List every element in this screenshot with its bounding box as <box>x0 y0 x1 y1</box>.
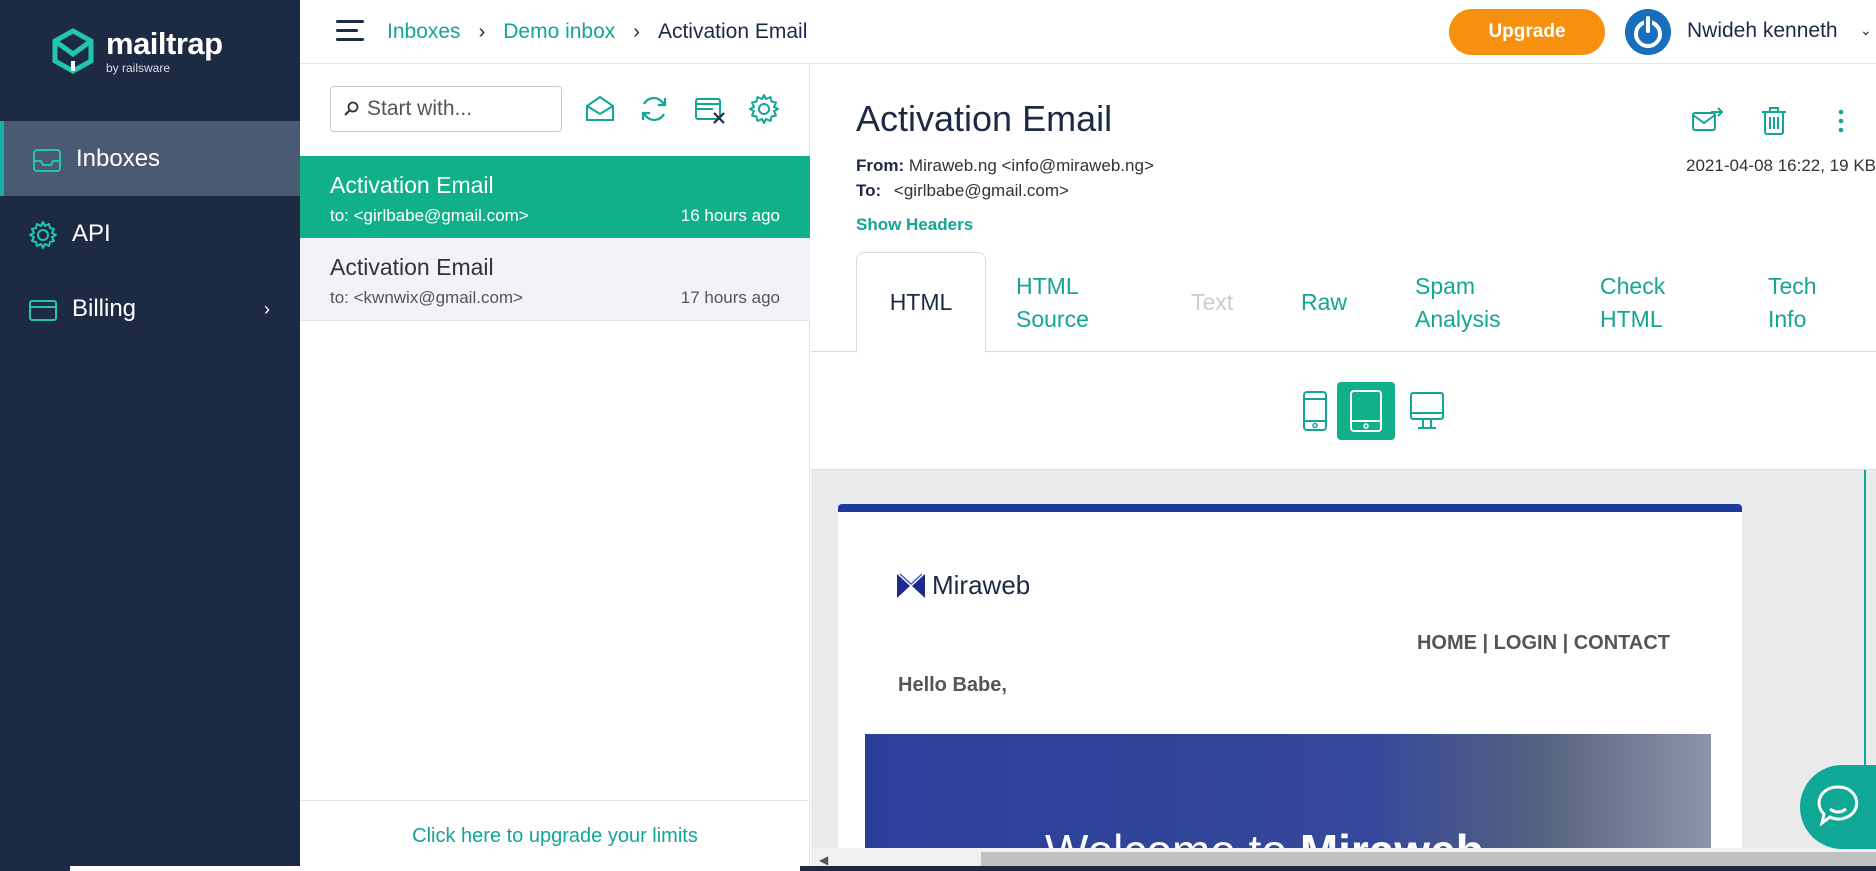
show-headers-link[interactable]: Show Headers <box>856 215 973 235</box>
phone-icon <box>1303 391 1327 431</box>
from-label: From: <box>856 156 905 175</box>
mark-read-icon[interactable] <box>583 92 617 126</box>
email-preview-frame: Miraweb HOME | LOGIN | CONTACT Hello Bab… <box>811 469 1876 871</box>
sidebar-item-label: API <box>72 220 111 247</box>
scroll-left-icon[interactable]: ◀ <box>819 853 828 867</box>
miraweb-brand: Miraweb <box>932 570 1031 600</box>
list-item[interactable]: Activation Email to: <girlbabe@gmail.com… <box>300 156 810 238</box>
tab-html-source[interactable]: HTML Source <box>1016 270 1089 336</box>
mailtrap-logo[interactable]: mailtrap by railsware <box>50 28 223 74</box>
message-time: 17 hours ago <box>680 288 780 307</box>
sidebar-item-billing[interactable]: Billing › <box>0 271 300 346</box>
sidebar-item-label: Inboxes <box>76 145 161 172</box>
preview-scrollbar[interactable] <box>1864 470 1866 770</box>
tab-tech-info[interactable]: Tech Info <box>1768 270 1817 336</box>
tab-html[interactable]: HTML <box>856 252 986 353</box>
logo-name: mailtrap <box>106 26 223 61</box>
message-list-panel: Activation Email to: <girlbabe@gmail.com… <box>300 64 810 871</box>
settings-icon[interactable] <box>747 92 781 126</box>
chevron-right-icon: › <box>264 299 270 319</box>
search-icon <box>344 101 359 116</box>
to-value: <girlbabe@gmail.com> <box>893 181 1069 200</box>
to-label: To: <box>856 181 882 200</box>
mailtrap-logo-icon <box>52 28 94 74</box>
search-box[interactable] <box>330 86 562 132</box>
device-tablet-button[interactable] <box>1337 382 1395 440</box>
breadcrumb-current: Activation Email <box>657 20 808 43</box>
email-title: Activation Email <box>856 98 1113 139</box>
breadcrumb-demo-inbox[interactable]: Demo inbox <box>503 20 615 44</box>
message-time: 16 hours ago <box>680 206 780 225</box>
message-recipient: to: <kwnwix@gmail.com> <box>330 288 523 307</box>
tab-label: Info <box>1768 306 1807 332</box>
from-value: Miraweb.ng <info@miraweb.ng> <box>908 156 1154 175</box>
avatar[interactable] <box>1625 9 1671 55</box>
more-options-icon[interactable] <box>1824 104 1858 138</box>
tab-text: Text <box>1191 286 1233 319</box>
refresh-icon[interactable] <box>637 92 671 126</box>
tab-label: Source <box>1016 306 1089 332</box>
from-line: From: Miraweb.ng <info@miraweb.ng> <box>856 156 1154 176</box>
tab-label: Check <box>1600 273 1666 299</box>
breadcrumb-separator: › <box>633 20 640 43</box>
hamburger-menu-icon[interactable] <box>336 20 364 42</box>
message-detail-panel: Activation Email From: Miraweb.ng <info@… <box>811 64 1876 871</box>
chat-support-button[interactable] <box>1800 765 1876 849</box>
tab-label: Tech <box>1768 273 1817 299</box>
tab-raw[interactable]: Raw <box>1301 286 1347 319</box>
breadcrumb-inboxes[interactable]: Inboxes <box>387 20 461 44</box>
upgrade-button[interactable]: Upgrade <box>1449 9 1605 55</box>
email-body: Miraweb HOME | LOGIN | CONTACT Hello Bab… <box>838 504 1742 871</box>
tab-label: HTML <box>1600 306 1663 332</box>
tab-label: Spam <box>1415 273 1476 299</box>
sidebar-item-label: Billing <box>72 295 137 322</box>
user-name[interactable]: Nwideh kenneth <box>1687 19 1838 43</box>
email-date-size: 2021-04-08 16:22, 19 KB <box>1686 156 1876 175</box>
message-subject: Activation Email <box>330 172 494 198</box>
tab-label: Text <box>1191 289 1234 315</box>
breadcrumb-separator: › <box>478 20 486 43</box>
chevron-down-icon[interactable]: ⌄ <box>1860 22 1872 39</box>
upgrade-limits-link[interactable]: Click here to upgrade your limits <box>300 800 810 871</box>
logo-tagline: by railsware <box>106 61 171 75</box>
miraweb-logo-icon <box>897 572 925 598</box>
tab-label: Analysis <box>1415 306 1501 332</box>
view-tabs: HTML HTML Source Text Raw Spam Analysis … <box>811 252 1876 353</box>
card-icon <box>29 300 57 321</box>
email-nav-links[interactable]: HOME | LOGIN | CONTACT <box>1417 632 1670 655</box>
trash-icon[interactable] <box>1757 104 1791 138</box>
tablet-icon <box>1350 390 1382 432</box>
sidebar-item-api[interactable]: API <box>0 196 300 271</box>
tab-label: HTML <box>889 289 953 315</box>
to-line: To: <girlbabe@gmail.com> <box>856 181 1069 201</box>
tab-label: Raw <box>1301 289 1348 315</box>
device-desktop-button[interactable] <box>1398 382 1456 440</box>
clear-inbox-icon[interactable] <box>693 92 727 126</box>
chat-icon <box>1817 785 1859 827</box>
top-bar: Inboxes › Demo inbox › Activation Email … <box>300 0 1876 64</box>
list-item[interactable]: Activation Email to: <kwnwix@gmail.com> … <box>300 238 810 321</box>
app-root: mailtrap by railsware Inboxes API Billin <box>0 0 1876 871</box>
tab-spam-analysis[interactable]: Spam Analysis <box>1415 270 1501 336</box>
email-greeting: Hello Babe, <box>898 674 1007 696</box>
inbox-icon <box>33 149 61 172</box>
forward-email-icon[interactable] <box>1691 104 1725 138</box>
sidebar: mailtrap by railsware Inboxes API Billin <box>0 0 300 871</box>
desktop-icon <box>1410 392 1444 429</box>
device-phone-button[interactable] <box>1286 382 1344 440</box>
search-input[interactable] <box>367 97 547 121</box>
message-subject: Activation Email <box>330 254 494 280</box>
message-recipient: to: <girlbabe@gmail.com> <box>330 206 529 225</box>
miraweb-logo[interactable]: Miraweb <box>896 570 1030 601</box>
tab-check-html[interactable]: Check HTML <box>1600 270 1665 336</box>
tab-label: HTML <box>1016 273 1079 299</box>
gear-icon <box>29 221 57 249</box>
window-bottom-edge-highlight <box>70 866 800 871</box>
sidebar-item-inboxes[interactable]: Inboxes <box>0 121 300 196</box>
breadcrumb: Inboxes › Demo inbox › Activation Email <box>387 20 807 44</box>
